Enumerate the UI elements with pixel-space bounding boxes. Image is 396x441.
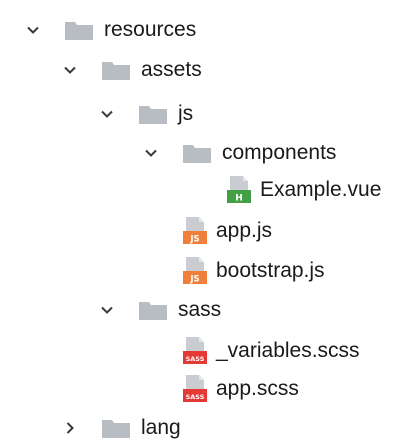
tree-item-label: js [178,102,194,125]
chevron-down-icon[interactable] [61,61,79,79]
folder-icon [65,22,93,40]
tree-item-label: components [222,141,337,164]
js-file-icon: JS [183,217,207,245]
tree-item-assets[interactable]: assets [0,50,396,90]
folder-icon [139,106,167,124]
svg-text:JS: JS [189,235,199,245]
tree-item-label: Example.vue [260,178,382,201]
tree-item-label: sass [178,298,222,321]
chevron-down-icon[interactable] [24,21,42,39]
tree-item-js[interactable]: js [0,94,396,134]
tree-item-label: _variables.scss [216,339,360,362]
tree-item-lang[interactable]: lang [0,408,396,441]
tree-item-example-vue[interactable]: H Example.vue [0,170,396,210]
project-file-tree: resources assets js components H Example… [0,0,396,441]
tree-item-sass[interactable]: sass [0,290,396,330]
tree-item-label: lang [141,416,181,439]
folder-icon [102,420,130,438]
chevron-right-icon[interactable] [61,419,79,437]
tree-item-app-scss[interactable]: SASS app.scss [0,369,396,409]
sass-file-icon: SASS [183,375,207,402]
tree-item-bootstrap-js[interactable]: JS bootstrap.js [0,251,396,291]
tree-item-label: bootstrap.js [216,259,325,282]
tree-item-app-js[interactable]: JS app.js [0,211,396,251]
chevron-down-icon[interactable] [98,105,116,123]
svg-text:JS: JS [189,275,199,285]
js-file-icon: JS [183,257,207,285]
tree-item-label: app.scss [216,377,299,400]
chevron-down-icon[interactable] [98,301,116,319]
tree-item-label: app.js [216,219,273,242]
tree-item-label: assets [141,58,202,81]
tree-item-label: resources [104,18,197,41]
svg-text:H: H [235,194,243,204]
svg-text:SASS: SASS [186,355,205,363]
tree-item-resources[interactable]: resources [0,10,396,50]
chevron-down-icon[interactable] [142,144,160,162]
folder-icon [102,62,130,80]
sass-file-icon: SASS [183,337,207,364]
tree-item-variables-scss[interactable]: SASS _variables.scss [0,331,396,371]
folder-icon [183,145,211,163]
svg-text:SASS: SASS [186,393,205,401]
vue-file-icon: H [227,176,251,204]
folder-icon [139,302,167,320]
tree-item-components[interactable]: components [0,133,396,173]
